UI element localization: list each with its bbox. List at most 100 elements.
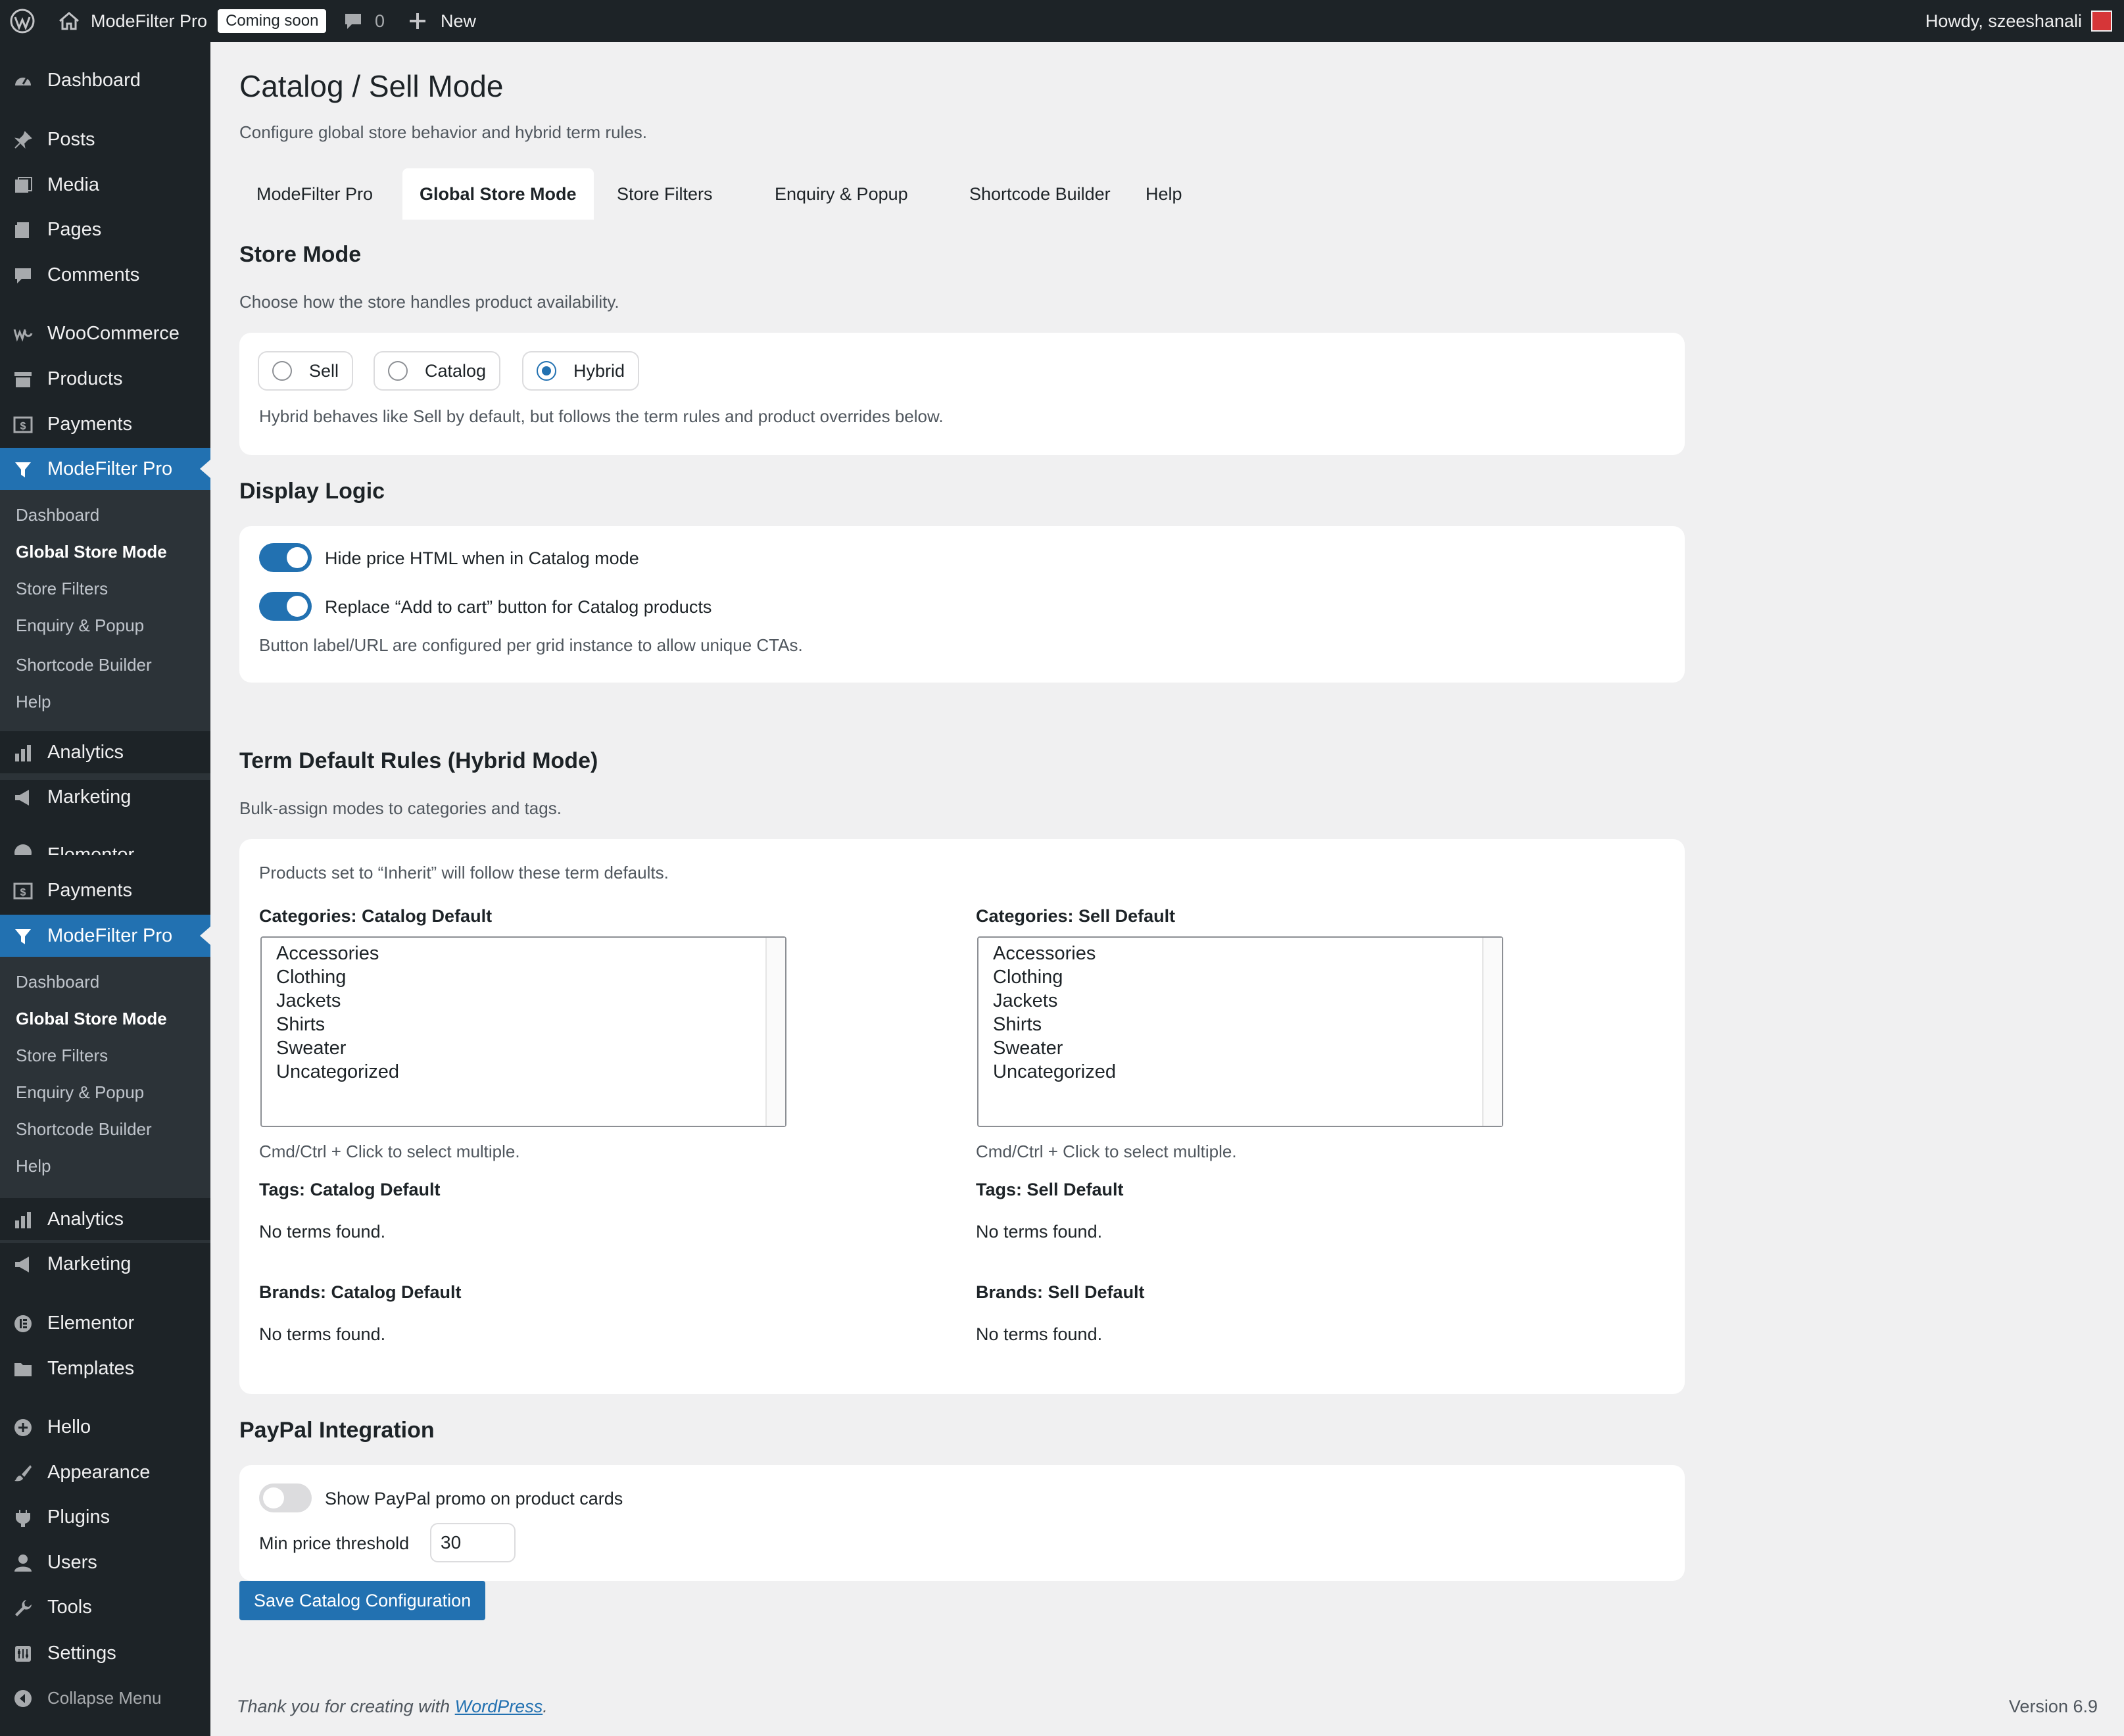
- menu-modefilter-pro[interactable]: ModeFilter Pro: [0, 448, 210, 490]
- submenu-dashboard[interactable]: Dashboard: [16, 505, 99, 525]
- radio-circle: [272, 361, 292, 381]
- menu-label: Marketing: [47, 786, 132, 808]
- menu-label: Tools: [47, 1596, 92, 1618]
- wordpress-logo-icon[interactable]: [9, 0, 36, 42]
- option-accessories[interactable]: Accessories: [993, 943, 1096, 965]
- option-clothing[interactable]: Clothing: [276, 967, 346, 988]
- display-logic-heading: Display Logic: [239, 479, 385, 504]
- submenu-store-filters[interactable]: Store Filters: [16, 1046, 108, 1066]
- scrollbar[interactable]: [765, 938, 785, 1126]
- option-jackets[interactable]: Jackets: [276, 990, 341, 1012]
- tab-modefilter-pro[interactable]: ModeFilter Pro: [239, 168, 390, 220]
- store-mode-card: Sell Catalog Hybrid Hybrid behaves like …: [239, 333, 1685, 455]
- option-jackets[interactable]: Jackets: [993, 990, 1057, 1012]
- tags-catalog-empty: No terms found.: [259, 1222, 386, 1242]
- footer-text: Thank you for creating with: [237, 1697, 455, 1716]
- radio-circle: [388, 361, 408, 381]
- menu-woocommerce[interactable]: WooCommerce: [0, 312, 210, 354]
- collapse-menu-button[interactable]: Collapse Menu: [0, 1677, 210, 1719]
- wordpress-link[interactable]: WordPress: [455, 1697, 543, 1716]
- option-sweater[interactable]: Sweater: [276, 1038, 346, 1059]
- save-button[interactable]: Save Catalog Configuration: [239, 1581, 486, 1620]
- submenu-enquiry-popup[interactable]: Enquiry & Popup: [16, 1082, 144, 1103]
- avatar: [2091, 11, 2112, 32]
- media-icon: [15, 177, 32, 193]
- menu-label: Dashboard: [47, 69, 141, 91]
- menu-plugins[interactable]: Plugins: [0, 1496, 210, 1538]
- threshold-input[interactable]: 30: [430, 1523, 516, 1562]
- collapse-icon: [14, 1690, 32, 1707]
- option-shirts[interactable]: Shirts: [276, 1014, 325, 1036]
- option-uncategorized[interactable]: Uncategorized: [993, 1061, 1116, 1083]
- pages-icon: [15, 222, 29, 238]
- submenu-global-store-mode[interactable]: Global Store Mode: [16, 1009, 167, 1029]
- hide-price-toggle[interactable]: [259, 543, 312, 572]
- paypal-promo-toggle[interactable]: [259, 1483, 312, 1512]
- menu-elementor[interactable]: Elementor: [0, 1302, 210, 1344]
- comment-icon: [15, 268, 31, 283]
- menu-templates[interactable]: Templates: [0, 1347, 210, 1389]
- menu-users[interactable]: Users: [0, 1541, 210, 1583]
- new-label: New: [441, 11, 477, 31]
- tab-global-store-mode[interactable]: Global Store Mode: [402, 168, 594, 220]
- tab-enquiry-popup[interactable]: Enquiry & Popup: [758, 168, 925, 220]
- menu-appearance[interactable]: Appearance: [0, 1451, 210, 1493]
- menu-label: Pages: [47, 218, 102, 240]
- menu-payments[interactable]: $ Payments: [0, 403, 210, 445]
- scrollbar[interactable]: [1482, 938, 1502, 1126]
- replace-cart-toggle[interactable]: [259, 592, 312, 621]
- submenu-help[interactable]: Help: [16, 692, 51, 712]
- option-accessories[interactable]: Accessories: [276, 943, 379, 965]
- option-sweater[interactable]: Sweater: [993, 1038, 1063, 1059]
- cat-catalog-select[interactable]: Accessories Clothing Jackets Shirts Swea…: [260, 936, 786, 1127]
- menu-modefilter-pro-2[interactable]: ModeFilter Pro: [0, 915, 210, 957]
- elementor-icon: [14, 844, 32, 855]
- cat-sell-select[interactable]: Accessories Clothing Jackets Shirts Swea…: [977, 936, 1503, 1127]
- menu-tools[interactable]: Tools: [0, 1586, 210, 1628]
- option-uncategorized[interactable]: Uncategorized: [276, 1061, 399, 1083]
- option-shirts[interactable]: Shirts: [993, 1014, 1042, 1036]
- menu-analytics-2[interactable]: Analytics: [0, 1198, 210, 1240]
- radio-catalog[interactable]: Catalog: [374, 351, 501, 391]
- filter-icon: [15, 462, 31, 477]
- menu-hello[interactable]: Hello: [0, 1406, 210, 1448]
- menu-label: ModeFilter Pro: [47, 458, 173, 479]
- menu-products[interactable]: Products: [0, 358, 210, 400]
- menu-elementor-clipped[interactable]: Elementor: [0, 831, 210, 855]
- menu-comments[interactable]: Comments: [0, 254, 210, 296]
- svg-text:$: $: [20, 421, 26, 432]
- tab-help[interactable]: Help: [1128, 168, 1199, 220]
- menu-label: Elementor: [47, 1312, 135, 1334]
- menu-posts[interactable]: Posts: [0, 118, 210, 160]
- my-account[interactable]: Howdy, szeeshanali: [1925, 0, 2112, 42]
- new-content-link[interactable]: New: [408, 0, 476, 42]
- tab-store-filters[interactable]: Store Filters: [600, 168, 730, 220]
- radio-label: Hybrid: [573, 360, 625, 381]
- menu-payments-2[interactable]: $ Payments: [0, 869, 210, 911]
- plus-circle-icon: [14, 1419, 32, 1436]
- option-clothing[interactable]: Clothing: [993, 967, 1063, 988]
- comments-link[interactable]: 0: [343, 0, 385, 42]
- menu-label: Posts: [47, 128, 95, 150]
- menu-settings[interactable]: Settings: [0, 1632, 210, 1674]
- menu-pages[interactable]: Pages: [0, 208, 210, 251]
- tab-shortcode-builder[interactable]: Shortcode Builder: [952, 168, 1128, 220]
- site-home-link[interactable]: ModeFilter Pro Coming soon: [58, 0, 327, 42]
- threshold-label: Min price threshold: [259, 1533, 410, 1553]
- radio-hybrid[interactable]: Hybrid: [522, 351, 640, 391]
- radio-sell[interactable]: Sell: [258, 351, 354, 391]
- menu-media[interactable]: Media: [0, 164, 210, 206]
- submenu-enquiry-popup[interactable]: Enquiry & Popup: [16, 615, 144, 636]
- menu-label: WooCommerce: [47, 322, 180, 344]
- menu-analytics[interactable]: Analytics: [0, 731, 210, 773]
- menu-label: Hello: [47, 1416, 91, 1437]
- submenu-shortcode-builder[interactable]: Shortcode Builder: [16, 1119, 152, 1140]
- submenu-help[interactable]: Help: [16, 1156, 51, 1176]
- submenu-store-filters[interactable]: Store Filters: [16, 579, 108, 599]
- menu-dashboard[interactable]: Dashboard: [0, 59, 210, 101]
- submenu-dashboard[interactable]: Dashboard: [16, 972, 99, 992]
- menu-marketing[interactable]: Marketing: [0, 776, 210, 818]
- submenu-global-store-mode[interactable]: Global Store Mode: [16, 542, 167, 562]
- submenu-shortcode-builder[interactable]: Shortcode Builder: [16, 655, 152, 675]
- menu-marketing-2[interactable]: Marketing: [0, 1243, 210, 1285]
